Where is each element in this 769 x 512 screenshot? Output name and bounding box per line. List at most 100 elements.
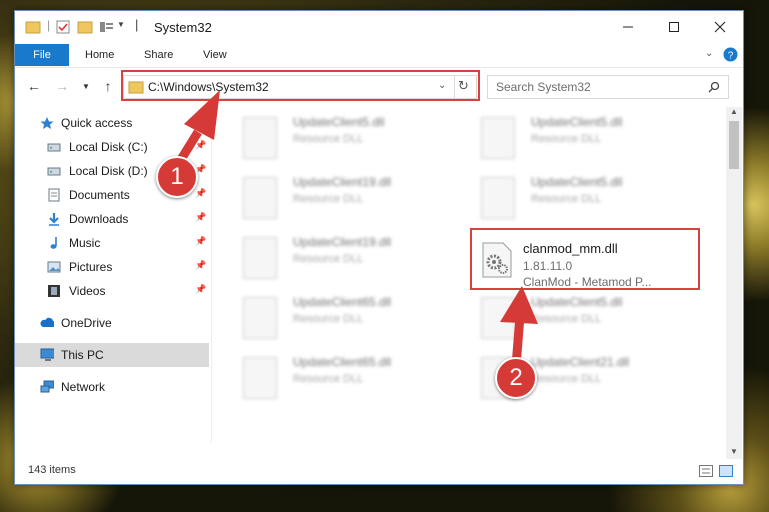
scroll-down-icon[interactable]: ▼ — [730, 447, 738, 456]
step-2-badge: 2 — [495, 357, 537, 399]
new-folder-icon[interactable] — [77, 19, 93, 35]
sidebar-item-onedrive[interactable]: OneDrive — [15, 311, 209, 335]
file-name: UpdateClient5.dll — [531, 115, 623, 129]
customize-toolbar-icon[interactable] — [99, 19, 115, 35]
file-type: Resource DLL — [293, 253, 364, 265]
scroll-up-icon[interactable]: ▲ — [730, 107, 738, 116]
svg-text:?: ? — [728, 51, 734, 62]
expand-ribbon-icon[interactable]: ⌄ — [705, 48, 713, 59]
file-name: UpdateClient19.dll — [293, 175, 392, 189]
cloud-icon — [40, 317, 54, 327]
title-bar: | ▼ | System32 — [15, 11, 743, 43]
folder-icon — [25, 21, 41, 34]
file-name: UpdateClient5.dll — [531, 175, 623, 189]
sidebar-item-label: Local Disk (C:) — [69, 140, 148, 154]
tab-home[interactable]: Home — [85, 49, 114, 61]
sidebar-item-label: Pictures — [69, 260, 113, 274]
dll-file-icon — [243, 357, 277, 399]
properties-icon[interactable] — [55, 19, 71, 35]
status-bar: 143 items — [15, 461, 743, 483]
sidebar-item-videos[interactable]: Videos 📌 — [15, 279, 209, 303]
file-type: Resource DLL — [293, 313, 364, 325]
pin-icon[interactable]: 📌 — [195, 236, 206, 247]
forward-button[interactable]: → — [53, 77, 71, 95]
separator: | — [47, 18, 51, 32]
file-type: Resource DLL — [531, 133, 602, 145]
drive-icon — [47, 143, 61, 152]
videos-icon — [48, 285, 60, 297]
dll-file-icon — [481, 177, 515, 219]
separator: | — [135, 17, 139, 32]
file-highlight-box — [470, 228, 700, 290]
ribbon-tabs: File Home Share View ⌄ ? — [15, 43, 743, 67]
sidebar-item-label: OneDrive — [61, 316, 112, 330]
sidebar-item-pictures[interactable]: Pictures 📌 — [15, 255, 209, 279]
pictures-icon — [47, 261, 61, 273]
documents-icon — [48, 188, 60, 202]
sidebar-item-label: Videos — [69, 284, 106, 298]
music-icon — [50, 237, 57, 249]
file-type: Resource DLL — [531, 193, 602, 205]
search-box[interactable]: Search System32 — [487, 75, 729, 99]
sidebar-item-downloads[interactable]: Downloads 📌 — [15, 207, 209, 231]
search-icon — [708, 81, 720, 93]
file-item[interactable]: UpdateClient65.dll Resource DLL — [235, 351, 455, 403]
recent-locations-button[interactable]: ▼ — [77, 77, 95, 95]
sidebar-item-label: Documents — [69, 188, 130, 202]
window-title: System32 — [154, 20, 212, 35]
sidebar-item-label: This PC — [61, 348, 104, 362]
sidebar-item-this-pc[interactable]: This PC — [15, 343, 209, 367]
sidebar-item-label: Local Disk (D:) — [69, 164, 148, 178]
file-name: UpdateClient19.dll — [293, 235, 392, 249]
minimize-icon — [623, 26, 633, 28]
step-1-badge: 1 — [156, 156, 198, 198]
minimize-button[interactable] — [605, 11, 651, 43]
file-type: Resource DLL — [293, 373, 364, 385]
sidebar-item-label: Music — [69, 236, 101, 250]
up-button[interactable]: ↑ — [99, 77, 117, 95]
tab-file[interactable]: File — [15, 44, 69, 66]
maximize-icon — [669, 22, 679, 32]
search-input[interactable]: Search System32 — [496, 80, 591, 94]
dll-file-icon — [243, 297, 277, 339]
vertical-scrollbar[interactable]: ▲ ▼ — [726, 107, 742, 459]
dll-file-icon — [481, 117, 515, 159]
sidebar-item-label: Network — [61, 380, 106, 394]
sidebar-item-label: Quick access — [61, 116, 133, 130]
details-view-icon[interactable] — [699, 465, 713, 477]
drive-icon — [47, 167, 61, 176]
file-type: Resource DLL — [293, 133, 364, 145]
quick-access-dropdown-icon[interactable]: ▼ — [117, 20, 125, 36]
pin-icon[interactable]: 📌 — [195, 212, 206, 223]
maximize-button[interactable] — [651, 11, 697, 43]
file-item[interactable]: UpdateClient65.dll Resource DLL — [235, 291, 455, 343]
file-item[interactable]: UpdateClient19.dll Resource DLL — [235, 231, 455, 283]
download-icon — [49, 213, 59, 226]
file-item[interactable]: UpdateClient5.dll Resource DLL — [473, 111, 693, 163]
file-item[interactable]: UpdateClient5.dll Resource DLL — [473, 171, 693, 223]
file-name: UpdateClient65.dll — [293, 295, 392, 309]
back-button[interactable]: ← — [25, 77, 43, 95]
star-icon — [40, 117, 54, 129]
up-arrow-icon: ↑ — [104, 78, 112, 94]
file-item[interactable]: UpdateClient19.dll Resource DLL — [235, 171, 455, 223]
pin-icon[interactable]: 📌 — [195, 260, 206, 271]
file-item[interactable]: UpdateClient5.dll Resource DLL — [235, 111, 455, 163]
large-icons-view-icon[interactable] — [719, 465, 733, 477]
pin-icon[interactable]: 📌 — [195, 284, 206, 295]
network-icon — [40, 380, 54, 393]
forward-arrow-icon: → — [55, 78, 69, 94]
tab-share[interactable]: Share — [144, 49, 173, 61]
file-name: UpdateClient65.dll — [293, 355, 392, 369]
sidebar-item-music[interactable]: Music 📌 — [15, 231, 209, 255]
chevron-down-icon: ▼ — [82, 81, 90, 91]
close-button[interactable] — [697, 11, 743, 43]
file-name: UpdateClient5.dll — [293, 115, 385, 129]
help-icon[interactable]: ? — [723, 47, 738, 62]
sidebar-item-label: Downloads — [69, 212, 129, 226]
tab-view[interactable]: View — [203, 49, 227, 61]
scroll-thumb[interactable] — [729, 121, 739, 169]
file-type: Resource DLL — [293, 193, 364, 205]
sidebar-item-network[interactable]: Network — [15, 375, 209, 399]
items-count: 143 items — [28, 464, 76, 476]
